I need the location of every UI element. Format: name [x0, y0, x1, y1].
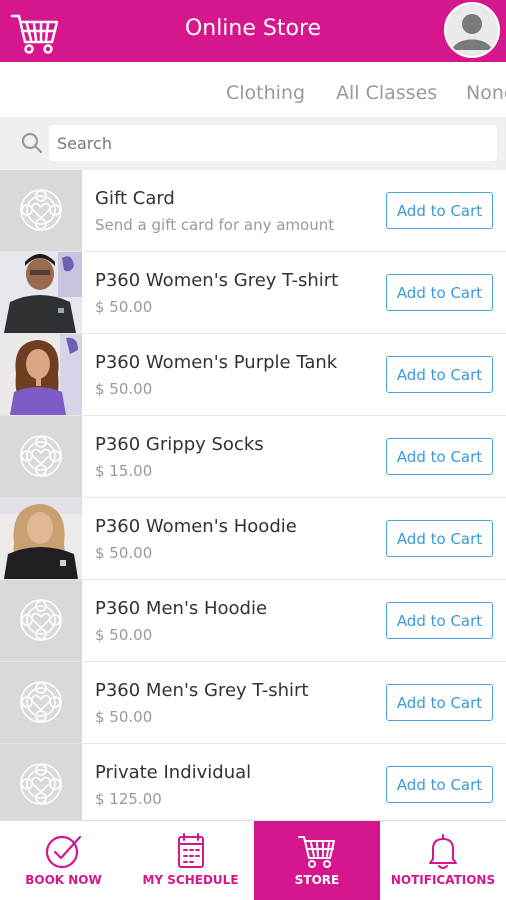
product-name: P360 Women's Hoodie [95, 516, 297, 537]
product-name: P360 Men's Grey T-shirt [95, 680, 309, 701]
product-name: Gift Card [95, 188, 175, 209]
nav-store[interactable]: STORE [254, 821, 380, 900]
product-thumbnail [0, 580, 82, 661]
product-price: $ 125.00 [95, 790, 162, 808]
page-title: Online Store [184, 16, 322, 41]
list-item: P360 Grippy Socks $ 15.00 Add to Cart [0, 416, 506, 498]
nav-book-now[interactable]: BOOK NOW [0, 821, 127, 900]
list-item: P360 Women's Grey T-shirt $ 50.00 Add to… [0, 252, 506, 334]
search-input[interactable] [49, 125, 497, 161]
product-name: P360 Grippy Socks [95, 434, 264, 455]
add-to-cart-button[interactable]: Add to Cart [386, 684, 493, 721]
logo-placeholder-icon [20, 681, 62, 723]
list-item: P360 Men's Grey T-shirt $ 50.00 Add to C… [0, 662, 506, 744]
tab-clothing[interactable]: Clothing [226, 82, 305, 104]
product-name: P360 Women's Purple Tank [95, 352, 338, 373]
nav-label: STORE [294, 873, 340, 887]
list-item: P360 Women's Purple Tank $ 50.00 Add to … [0, 334, 506, 416]
logo-placeholder-icon [20, 763, 62, 805]
product-price: $ 15.00 [95, 462, 153, 480]
product-price: $ 50.00 [95, 708, 153, 726]
category-tabs: Clothing All Classes None [0, 62, 506, 117]
product-price: $ 50.00 [95, 380, 153, 398]
logo-placeholder-icon [20, 435, 62, 477]
add-to-cart-button[interactable]: Add to Cart [386, 766, 493, 803]
nav-my-schedule[interactable]: MY SCHEDULE [127, 821, 254, 900]
tab-none[interactable]: None [466, 82, 506, 104]
product-name: P360 Men's Hoodie [95, 598, 268, 619]
add-to-cart-button[interactable]: Add to Cart [386, 520, 493, 557]
product-description: Send a gift card for any amount [95, 216, 335, 234]
product-thumbnail [0, 662, 82, 743]
calendar-icon [177, 833, 204, 868]
product-price: $ 50.00 [95, 626, 153, 644]
nav-notifications[interactable]: NOTIFICATIONS [380, 821, 506, 900]
app-header: Online Store [0, 0, 506, 62]
logo-placeholder-icon [20, 189, 62, 231]
product-thumbnail [0, 170, 82, 251]
product-name: P360 Women's Grey T-shirt [95, 270, 339, 291]
product-photo [0, 334, 82, 415]
product-list: Gift Card Send a gift card for any amoun… [0, 170, 506, 820]
search-bar [0, 117, 506, 170]
list-item: Gift Card Send a gift card for any amoun… [0, 170, 506, 252]
list-item: P360 Women's Hoodie $ 50.00 Add to Cart [0, 498, 506, 580]
user-avatar-icon[interactable] [444, 2, 500, 58]
nav-label: MY SCHEDULE [142, 873, 239, 887]
bell-icon [429, 834, 457, 869]
product-price: $ 50.00 [95, 298, 153, 316]
list-item: Private Individual $ 125.00 Add to Cart [0, 744, 506, 820]
product-price: $ 50.00 [95, 544, 153, 562]
product-thumbnail [0, 744, 82, 820]
nav-label: BOOK NOW [25, 873, 102, 887]
add-to-cart-button[interactable]: Add to Cart [386, 192, 493, 229]
search-icon [21, 132, 43, 154]
product-thumbnail [0, 416, 82, 497]
check-circle-icon [45, 835, 81, 869]
list-item: P360 Men's Hoodie $ 50.00 Add to Cart [0, 580, 506, 662]
add-to-cart-button[interactable]: Add to Cart [386, 438, 493, 475]
bottom-navigation: BOOK NOW MY SCHEDULE STORE NOTIFICATIONS [0, 820, 506, 900]
add-to-cart-button[interactable]: Add to Cart [386, 356, 493, 393]
add-to-cart-button[interactable]: Add to Cart [386, 274, 493, 311]
product-photo [0, 498, 82, 579]
nav-label: NOTIFICATIONS [390, 873, 496, 887]
tab-all-classes[interactable]: All Classes [336, 82, 437, 104]
shopping-cart-icon [298, 836, 335, 868]
product-name: Private Individual [95, 762, 252, 783]
add-to-cart-button[interactable]: Add to Cart [386, 602, 493, 639]
logo-placeholder-icon [20, 599, 62, 641]
product-photo [0, 252, 82, 333]
